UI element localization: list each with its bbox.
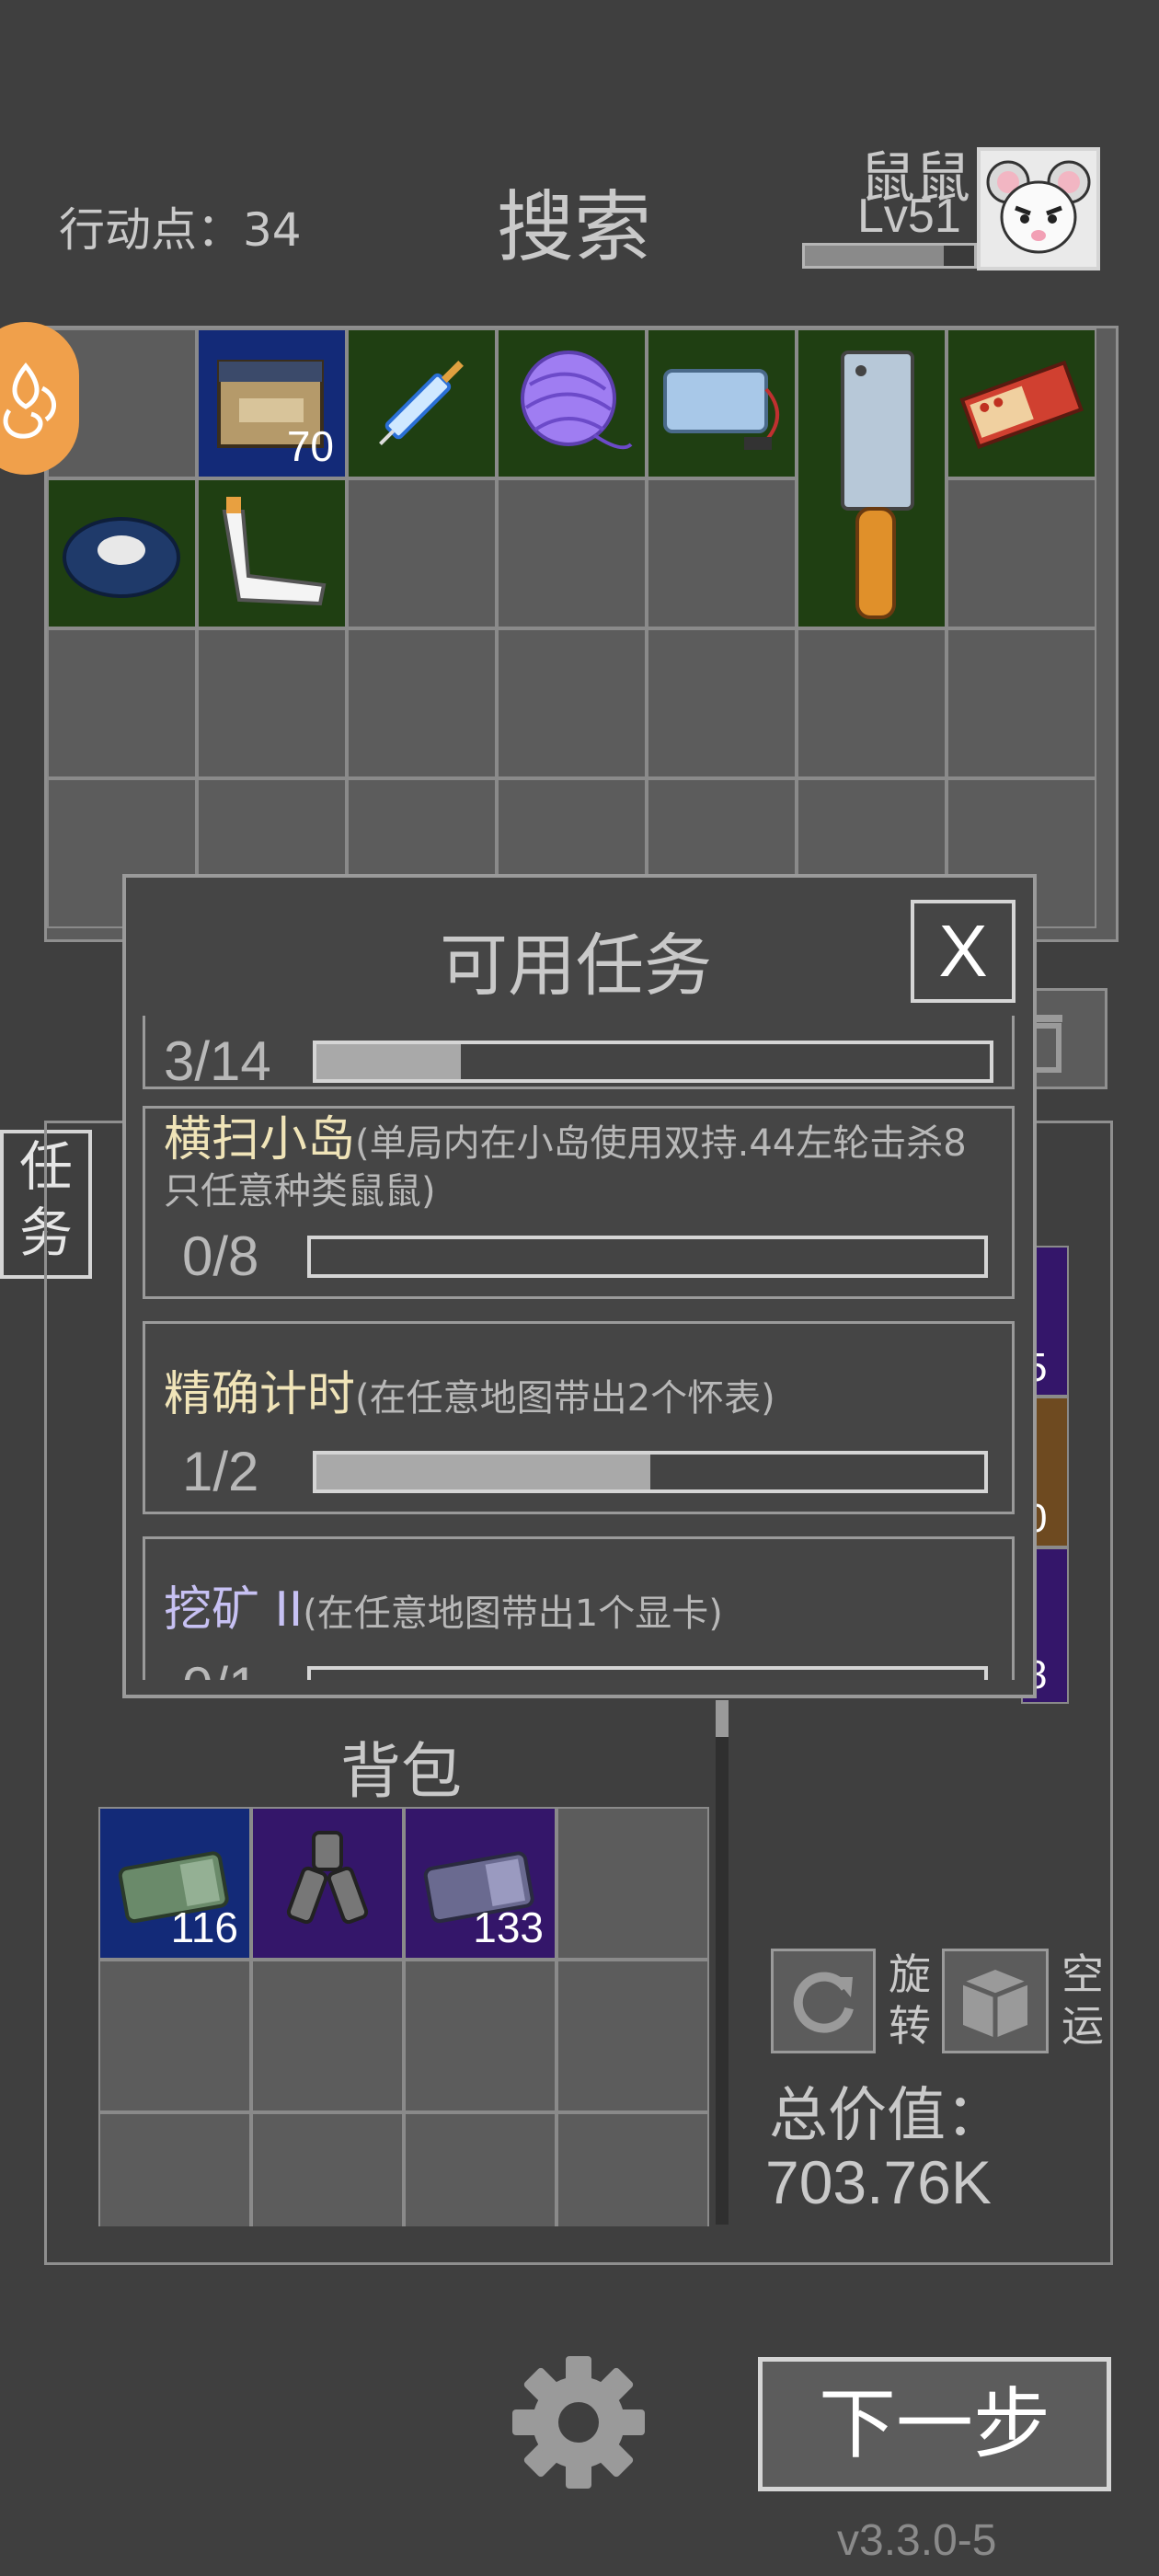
task-title: 横扫小岛: [164, 1112, 356, 1167]
task-progress-text: 0/1: [182, 1655, 258, 1680]
loot-item-yarn[interactable]: [497, 328, 647, 478]
mouse-avatar-icon: [986, 160, 1091, 254]
item-quantity: 116: [170, 1903, 238, 1951]
backpack-empty-slot[interactable]: [557, 1807, 709, 1960]
task-progress-text: 3/14: [164, 1030, 271, 1092]
backpack-empty-slot[interactable]: [557, 2112, 709, 2226]
backpack-title: 背包: [340, 1736, 462, 1807]
airdrop-label-line2: 运: [1061, 2001, 1104, 2051]
backpack-empty-slot[interactable]: [98, 1960, 251, 2112]
task-title-line: 挖矿 II(在任意地图带出1个显卡): [164, 1570, 723, 1639]
task-progress-text: 0/8: [182, 1225, 259, 1287]
loot-empty-slot[interactable]: [797, 628, 947, 778]
loot-item-tape-roll[interactable]: [47, 478, 197, 628]
rotate-label: 旋 转: [889, 1949, 931, 2052]
loot-empty-slot[interactable]: [947, 628, 1096, 778]
task-progress-fill: [316, 1044, 461, 1079]
action-points: 行动点：34: [59, 203, 302, 257]
total-value-label: 总价值：: [769, 2082, 1004, 2150]
loot-empty-slot[interactable]: [347, 478, 497, 628]
backpack-item-green-ammo-box[interactable]: 116: [98, 1807, 251, 1960]
flame-swirl-icon: [3, 362, 56, 439]
loot-empty-slot[interactable]: [497, 628, 647, 778]
backpack-empty-slot[interactable]: [557, 1960, 709, 2112]
backpack-scrollbar[interactable]: [716, 1700, 729, 2225]
backpack-item-blue-ammo-box[interactable]: 133: [404, 1807, 557, 1960]
rotate-label-line2: 转: [889, 2001, 931, 2051]
loot-empty-slot[interactable]: [47, 628, 197, 778]
bandage-icon: [202, 484, 340, 626]
yarn-icon: [502, 334, 640, 476]
loot-item-cleaver[interactable]: [797, 328, 947, 628]
xp-bar: [802, 243, 977, 269]
battery-pack-icon: [652, 334, 790, 476]
backpack-empty-slot[interactable]: [98, 2112, 251, 2226]
task-progress-text: 1/2: [182, 1441, 259, 1502]
task-title-line: 精确计时(在任意地图带出2个怀表): [164, 1355, 775, 1424]
task-item[interactable]: 3/14: [143, 1016, 1015, 1092]
task-description: (在任意地图带出2个怀表): [355, 1377, 775, 1420]
loot-item-box[interactable]: 70: [197, 328, 347, 478]
task-item[interactable]: 挖矿 II(在任意地图带出1个显卡) 0/1: [143, 1536, 1015, 1680]
total-value: 703.76K: [765, 2148, 992, 2216]
player-level: Lv51: [857, 190, 961, 243]
matchbox-icon: [952, 334, 1090, 476]
next-step-label: 下一步: [818, 2379, 1050, 2469]
task-title-line: 横扫小岛(单局内在小岛使用双持.44左轮击杀8只任意种类鼠鼠): [164, 1116, 996, 1213]
gear-icon: [512, 2356, 645, 2489]
task-title: 精确计时: [164, 1367, 356, 1422]
settings-button[interactable]: [510, 2353, 648, 2491]
mechanical-claw-icon: [258, 1814, 396, 1956]
loot-item-battery-pack[interactable]: [647, 328, 797, 478]
loot-item-syringe[interactable]: [347, 328, 497, 478]
xp-bar-fill: [805, 246, 944, 266]
backpack-empty-slot[interactable]: [251, 1960, 404, 2112]
task-title: 挖矿 II: [164, 1582, 304, 1638]
backpack-scroll-thumb[interactable]: [716, 1700, 729, 1737]
tape-roll-icon: [52, 484, 190, 626]
task-progress-bar: [307, 1236, 988, 1278]
rotate-icon: [793, 1972, 854, 2033]
airdrop-label-line1: 空: [1061, 1949, 1104, 1999]
version-text: v3.3.0-5: [837, 2516, 997, 2565]
backpack-grid: 116 133: [98, 1807, 709, 2226]
loot-item-bandage[interactable]: [197, 478, 347, 628]
task-progress-fill: [316, 1455, 650, 1489]
syringe-icon: [352, 334, 490, 476]
backpack-empty-slot[interactable]: [404, 2112, 557, 2226]
backpack-item-mechanical-claw[interactable]: [251, 1807, 404, 1960]
box-icon: [962, 1970, 1028, 2038]
task-item[interactable]: 横扫小岛(单局内在小岛使用双持.44左轮击杀8只任意种类鼠鼠) 0/8: [143, 1106, 1015, 1299]
page-title: 搜索: [497, 182, 652, 272]
close-icon: X: [938, 910, 988, 992]
rotate-label-line1: 旋: [889, 1949, 931, 1999]
task-modal-title: 可用任务: [440, 926, 712, 1006]
task-modal-close-button[interactable]: X: [911, 900, 1016, 1003]
avatar[interactable]: [977, 147, 1100, 270]
task-progress-bar: [313, 1041, 993, 1083]
airdrop-label: 空 运: [1061, 1949, 1104, 2052]
loot-empty-slot[interactable]: [197, 628, 347, 778]
backpack-empty-slot[interactable]: [404, 1960, 557, 2112]
cleaver-icon: [802, 334, 952, 638]
task-progress-bar: [313, 1451, 988, 1493]
loot-empty-slot[interactable]: [647, 478, 797, 628]
loot-empty-slot[interactable]: [647, 628, 797, 778]
backpack-empty-slot[interactable]: [251, 2112, 404, 2226]
item-quantity: 133: [473, 1903, 544, 1951]
skill-badge[interactable]: [0, 322, 79, 475]
rotate-button[interactable]: [771, 1949, 876, 2053]
item-quantity: 70: [286, 422, 334, 470]
airdrop-button[interactable]: [942, 1949, 1049, 2053]
loot-empty-slot[interactable]: [947, 478, 1096, 628]
task-item[interactable]: 精确计时(在任意地图带出2个怀表) 1/2: [143, 1321, 1015, 1514]
task-description: (在任意地图带出1个显卡): [303, 1593, 723, 1635]
task-progress-bar: [307, 1666, 988, 1680]
loot-empty-slot[interactable]: [497, 478, 647, 628]
next-step-button[interactable]: 下一步: [758, 2357, 1111, 2491]
loot-item-matchbox[interactable]: [947, 328, 1096, 478]
task-list[interactable]: 3/14 横扫小岛(单局内在小岛使用双持.44左轮击杀8只任意种类鼠鼠) 0/8…: [126, 1016, 1033, 1680]
loot-empty-slot[interactable]: [347, 628, 497, 778]
